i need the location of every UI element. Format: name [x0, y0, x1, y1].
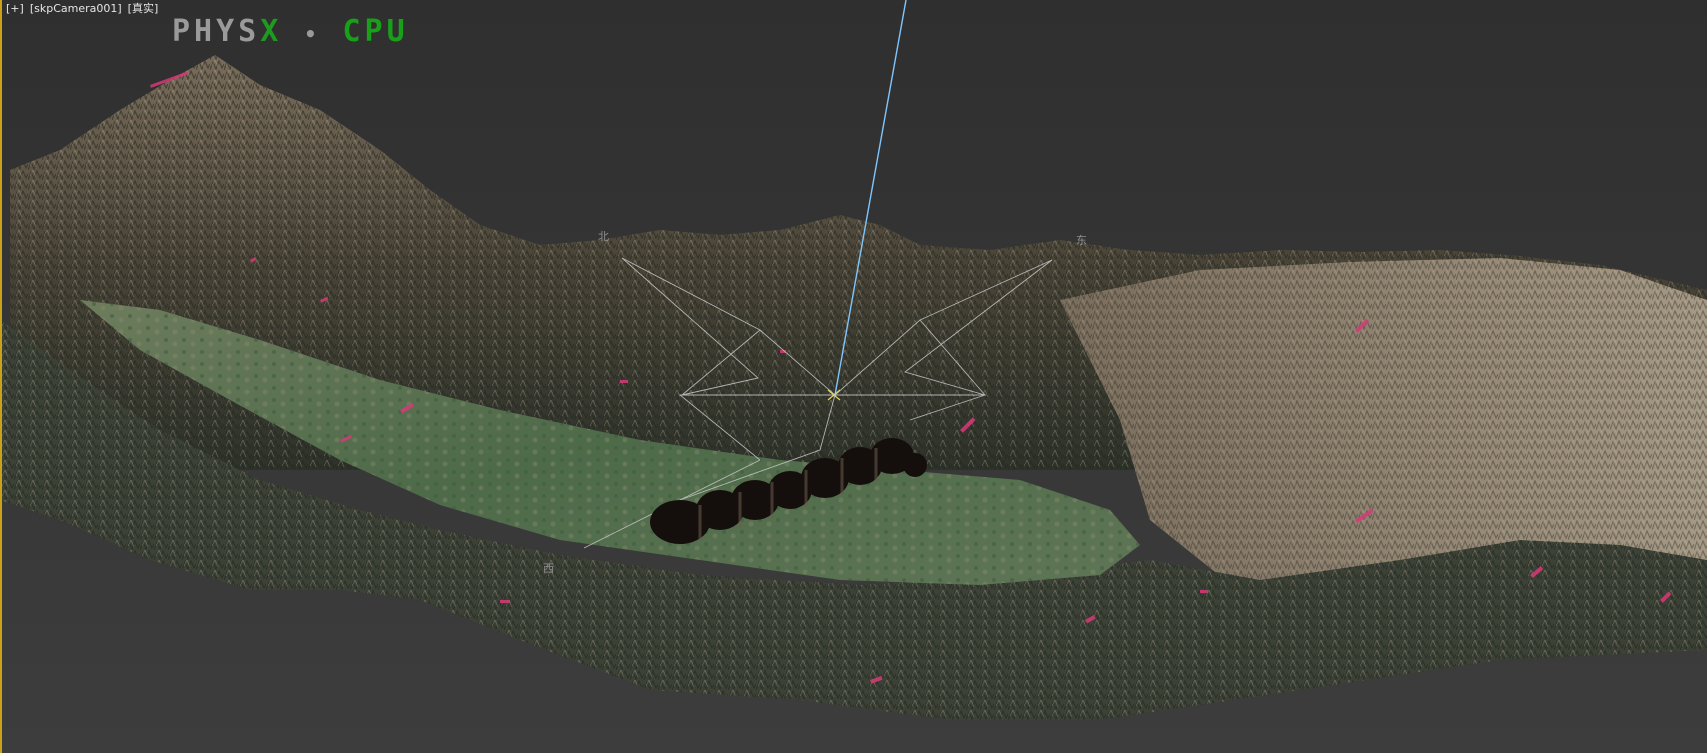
viewport-label: [+] [skpCamera001] [真实]: [6, 0, 164, 16]
viewport-active-border: [0, 0, 2, 753]
physx-badge: PHYSX • CPU: [172, 14, 409, 49]
viewport-camera-button[interactable]: [skpCamera001]: [30, 2, 122, 15]
terrain-scene[interactable]: [0, 0, 1707, 753]
compass-north-label: 北: [598, 230, 609, 243]
physx-engine-label: PHYS: [172, 14, 261, 49]
physx-x-label: X: [260, 14, 283, 49]
physx-separator: •: [304, 22, 321, 46]
compass-east-label: 东: [1076, 234, 1087, 247]
3d-viewport[interactable]: [+] [skpCamera001] [真实] PHYSX • CPU 北 东 西: [0, 0, 1707, 753]
viewport-shading-button[interactable]: [真实]: [128, 2, 159, 15]
compass-west-label: 西: [543, 562, 554, 575]
viewport-menu-button[interactable]: [+]: [6, 2, 24, 15]
physx-mode-label: CPU: [342, 14, 409, 49]
